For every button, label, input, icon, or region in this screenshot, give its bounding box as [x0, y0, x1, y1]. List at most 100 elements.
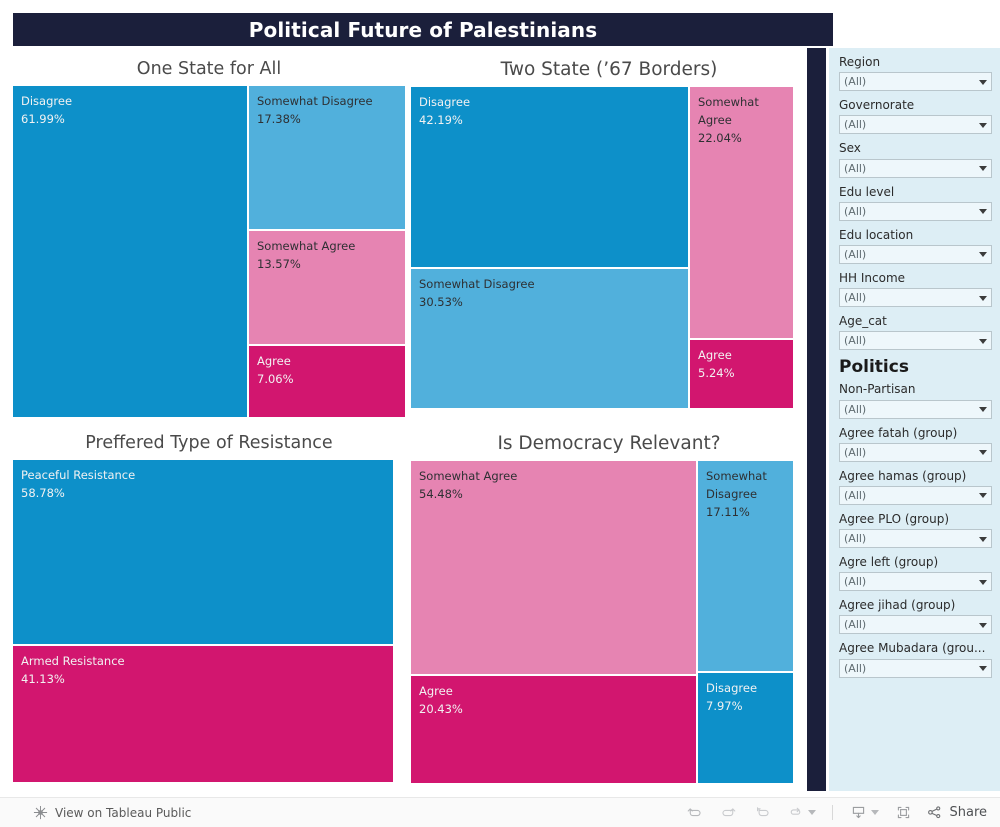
tableau-dashboard: Political Future of Palestinians One Sta… — [0, 0, 1000, 827]
chart-is-democracy-relevant[interactable]: Is Democracy Relevant? Somewhat Agree 54… — [411, 426, 807, 792]
tile-value: 17.38% — [257, 111, 301, 126]
chart-one-state-for-all[interactable]: One State for All Disagree 61.99% Somewh… — [13, 52, 405, 424]
tile-label: Agree — [698, 348, 732, 363]
edu-location-select[interactable]: (All) — [839, 244, 992, 264]
tile-value: 22.04% — [698, 130, 742, 145]
view-on-tableau-public-button[interactable]: View on Tableau Public — [33, 805, 191, 820]
select-value: (All) — [844, 75, 867, 89]
treemap-is-democracy-relevant: Somewhat Agree 54.48% Agree 20.43% Somew… — [411, 461, 807, 784]
tile-value: 5.24% — [698, 366, 735, 380]
share-label: Share — [949, 805, 987, 820]
filter-region: Region (All) — [839, 54, 992, 92]
download-icon[interactable] — [842, 800, 886, 826]
treemap-tile[interactable]: Disagree 61.99% — [13, 86, 247, 417]
treemap-tile[interactable]: Somewhat Disagree 17.11% — [698, 461, 793, 672]
tile-label: Somewhat Agree — [257, 239, 356, 253]
filter-agree-fatah-group: Agree fatah (group) (All) — [839, 425, 992, 462]
agree-mubadara-select[interactable]: (All) — [839, 658, 992, 678]
sex-select[interactable]: (All) — [839, 158, 992, 178]
filter-label: Agree Mubadara (grou... — [839, 641, 986, 656]
non-partisan-select[interactable]: (All) — [839, 399, 992, 419]
filter-agree-mubadara-group: Agree Mubadara (grou... (All) — [839, 640, 992, 678]
tile-value: 61.99% — [21, 111, 65, 126]
hh-income-select[interactable]: (All) — [839, 288, 992, 308]
tile-label: Peaceful Resistance — [21, 468, 136, 482]
treemap-tile[interactable]: Peaceful Resistance 58.78% — [13, 460, 393, 644]
filter-label: Sex — [839, 141, 861, 156]
refresh-icon[interactable] — [779, 800, 823, 826]
agree-plo-select[interactable]: (All) — [839, 529, 992, 549]
dashboard-title-banner: Political Future of Palestinians — [13, 13, 833, 46]
chevron-down-icon — [979, 209, 987, 215]
select-value: (All) — [844, 247, 867, 261]
toolbar-actions: Share — [677, 800, 987, 826]
tile-value: 7.06% — [257, 371, 294, 386]
edu-level-select[interactable]: (All) — [839, 201, 992, 221]
treemap-tile[interactable]: Somewhat Disagree 30.53% — [411, 269, 688, 409]
treemap-tile[interactable]: Agree 7.06% — [249, 346, 405, 417]
filter-label: Region — [839, 55, 881, 69]
tile-label: Somewhat Disagree — [419, 277, 535, 292]
treemap-tile[interactable]: Somewhat Disagree 17.38% — [249, 86, 405, 229]
select-value: (All) — [844, 402, 867, 416]
tile-label: Somewhat Disagree — [257, 94, 373, 108]
filter-label: Agree fatah (group) — [839, 425, 958, 440]
treemap-tile[interactable]: Disagree 7.97% — [698, 673, 793, 784]
chevron-down-icon — [979, 122, 987, 128]
chart-preffered-type-of-resistance[interactable]: Preffered Type of Resistance Peaceful Re… — [13, 426, 405, 792]
select-value: (All) — [844, 532, 867, 546]
filter-label: Agree hamas (group) — [839, 468, 967, 483]
treemap-tile[interactable]: Disagree 42.19% — [411, 87, 688, 268]
select-value: (All) — [844, 118, 867, 132]
chevron-down-icon — [979, 338, 987, 344]
tile-label: Disagree — [419, 95, 471, 110]
redo-icon[interactable] — [711, 800, 745, 826]
filter-hh-income: HH Income (All) — [839, 270, 992, 308]
filter-label: Agree jihad (group) — [839, 598, 956, 613]
tile-value: 41.13% — [21, 671, 65, 686]
region-select[interactable]: (All) — [839, 72, 992, 92]
select-value: (All) — [844, 291, 867, 305]
treemap-tile[interactable]: Somewhat Agree 54.48% — [411, 461, 696, 675]
treemap-tile[interactable]: Armed Resistance 41.13% — [13, 646, 393, 782]
chart-two-state-67-borders[interactable]: Two State (’67 Borders) Disagree 42.19% … — [411, 52, 807, 424]
agree-fatah-select[interactable]: (All) — [839, 442, 992, 462]
undo-icon[interactable] — [677, 800, 711, 826]
treemap-tile[interactable]: Agree 20.43% — [411, 676, 696, 784]
governorate-select[interactable]: (All) — [839, 115, 992, 135]
toolbar-divider — [832, 805, 834, 820]
age-cat-select[interactable]: (All) — [839, 331, 992, 351]
filter-label: Agre left (group) — [839, 555, 939, 570]
chart-title-preffered-type-of-resistance: Preffered Type of Resistance — [85, 433, 333, 453]
tile-label: Somewhat Agree — [698, 95, 759, 127]
treemap-tile[interactable]: Somewhat Agree 13.57% — [249, 231, 405, 344]
share-icon — [926, 804, 943, 821]
agre-left-select[interactable]: (All) — [839, 572, 992, 592]
chevron-down-icon — [807, 810, 816, 815]
treemap-tile[interactable]: Agree 5.24% — [690, 340, 793, 409]
filter-age-cat: Age_cat (All) — [839, 313, 992, 351]
share-button[interactable]: Share — [926, 804, 987, 821]
tile-label: Somewhat Disagree — [706, 469, 767, 501]
chevron-down-icon — [979, 450, 987, 456]
chart-title-is-democracy-relevant: Is Democracy Relevant? — [497, 433, 721, 454]
filter-label: Non-Partisan — [839, 382, 916, 397]
agree-jihad-select[interactable]: (All) — [839, 615, 992, 635]
tableau-logo-icon — [33, 805, 48, 820]
select-value: (All) — [844, 618, 867, 632]
revert-icon[interactable] — [745, 800, 779, 826]
tile-label: Armed Resistance — [21, 654, 125, 668]
page-title: Political Future of Palestinians — [248, 17, 598, 42]
treemap-tile[interactable]: Somewhat Agree 22.04% — [690, 87, 793, 339]
tile-label: Somewhat Agree — [419, 469, 518, 484]
fullscreen-icon[interactable] — [886, 800, 920, 826]
filter-edu-location: Edu location (All) — [839, 227, 992, 264]
sidebar-accent-rail — [807, 48, 826, 791]
tile-value: 13.57% — [257, 256, 301, 271]
chart-title-two-state-67-borders: Two State (’67 Borders) — [500, 59, 718, 80]
filter-sidebar: Region (All) Governorate (All) Sex (All)… — [829, 48, 1000, 791]
chevron-down-icon — [979, 622, 987, 628]
agree-hamas-select[interactable]: (All) — [839, 485, 992, 505]
filter-edu-level: Edu level (All) — [839, 184, 992, 221]
select-value: (All) — [844, 334, 867, 348]
